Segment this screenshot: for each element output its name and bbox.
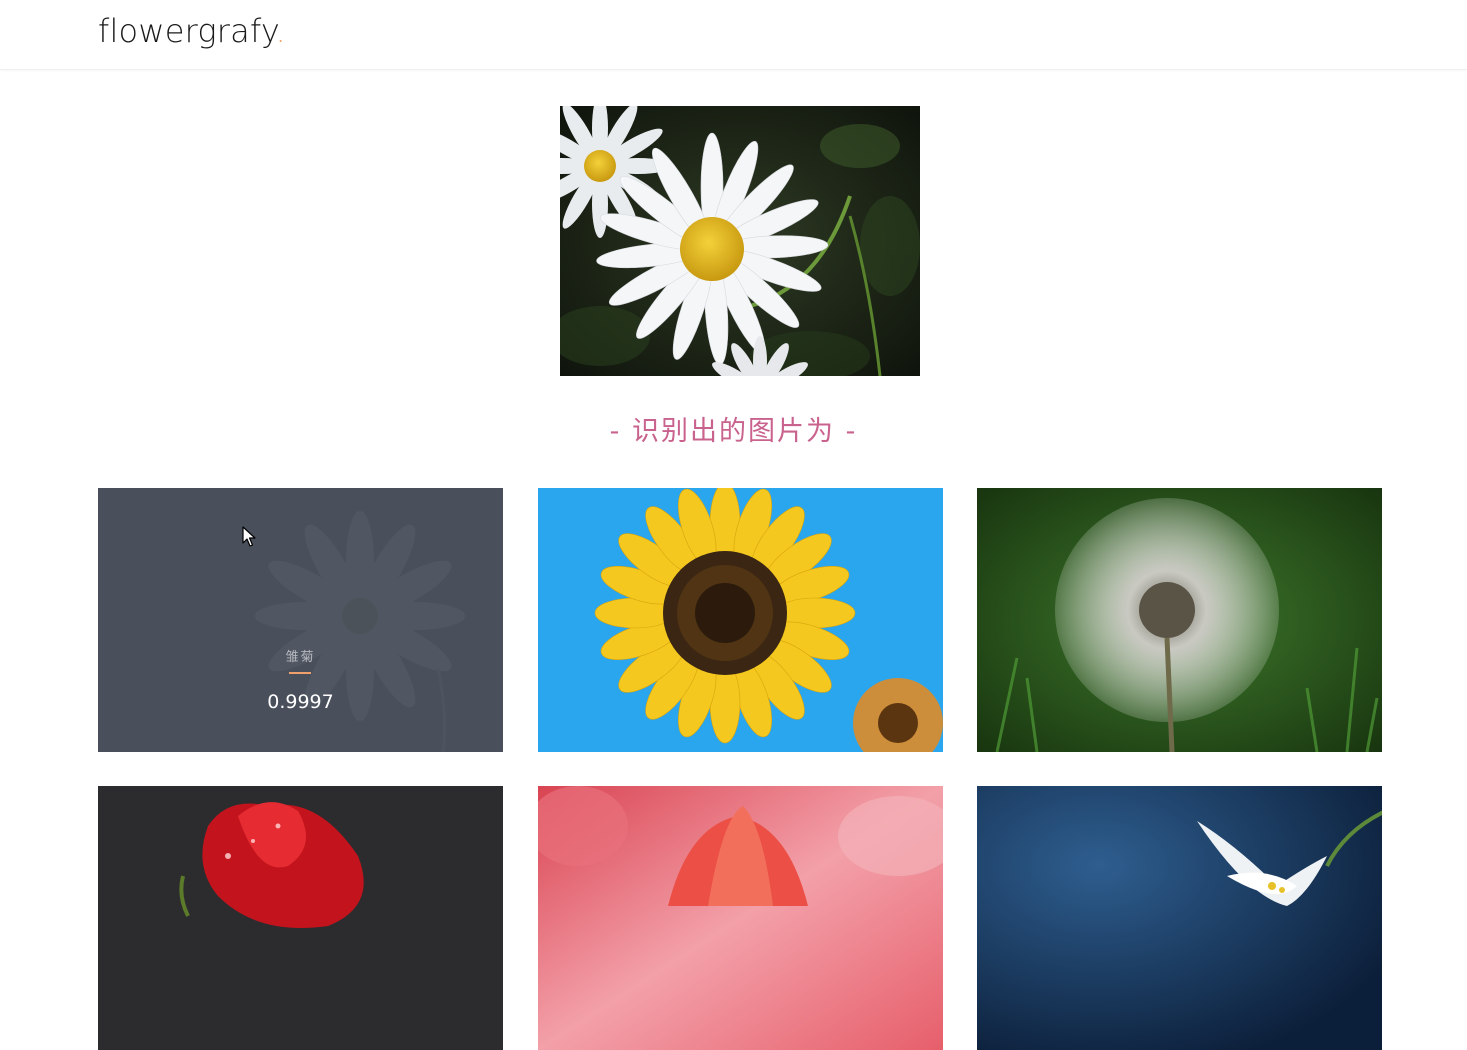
logo-dot: .: [275, 12, 286, 50]
site-header: flowergrafy.: [0, 0, 1467, 70]
result-card-daisy[interactable]: 雏菊 0.9997: [98, 488, 503, 752]
result-card-flower-name: 雏菊: [285, 650, 316, 665]
result-section-title: - 识别出的图片为 -: [609, 416, 858, 447]
site-logo[interactable]: flowergrafy.: [98, 9, 286, 53]
result-card-accent-bar: [289, 672, 311, 674]
result-card-overlay: 雏菊 0.9997: [98, 488, 503, 752]
result-card-score: 0.9997: [267, 691, 334, 713]
result-card-lily[interactable]: [977, 786, 1382, 1050]
result-card-tulip[interactable]: [538, 786, 943, 1050]
result-card-dandelion[interactable]: [977, 488, 1382, 752]
result-card-sunflower[interactable]: [538, 488, 943, 752]
result-card-rose[interactable]: [98, 786, 503, 1050]
logo-text: flowergrafy: [98, 12, 276, 50]
uploaded-image-daisy: [560, 106, 920, 376]
